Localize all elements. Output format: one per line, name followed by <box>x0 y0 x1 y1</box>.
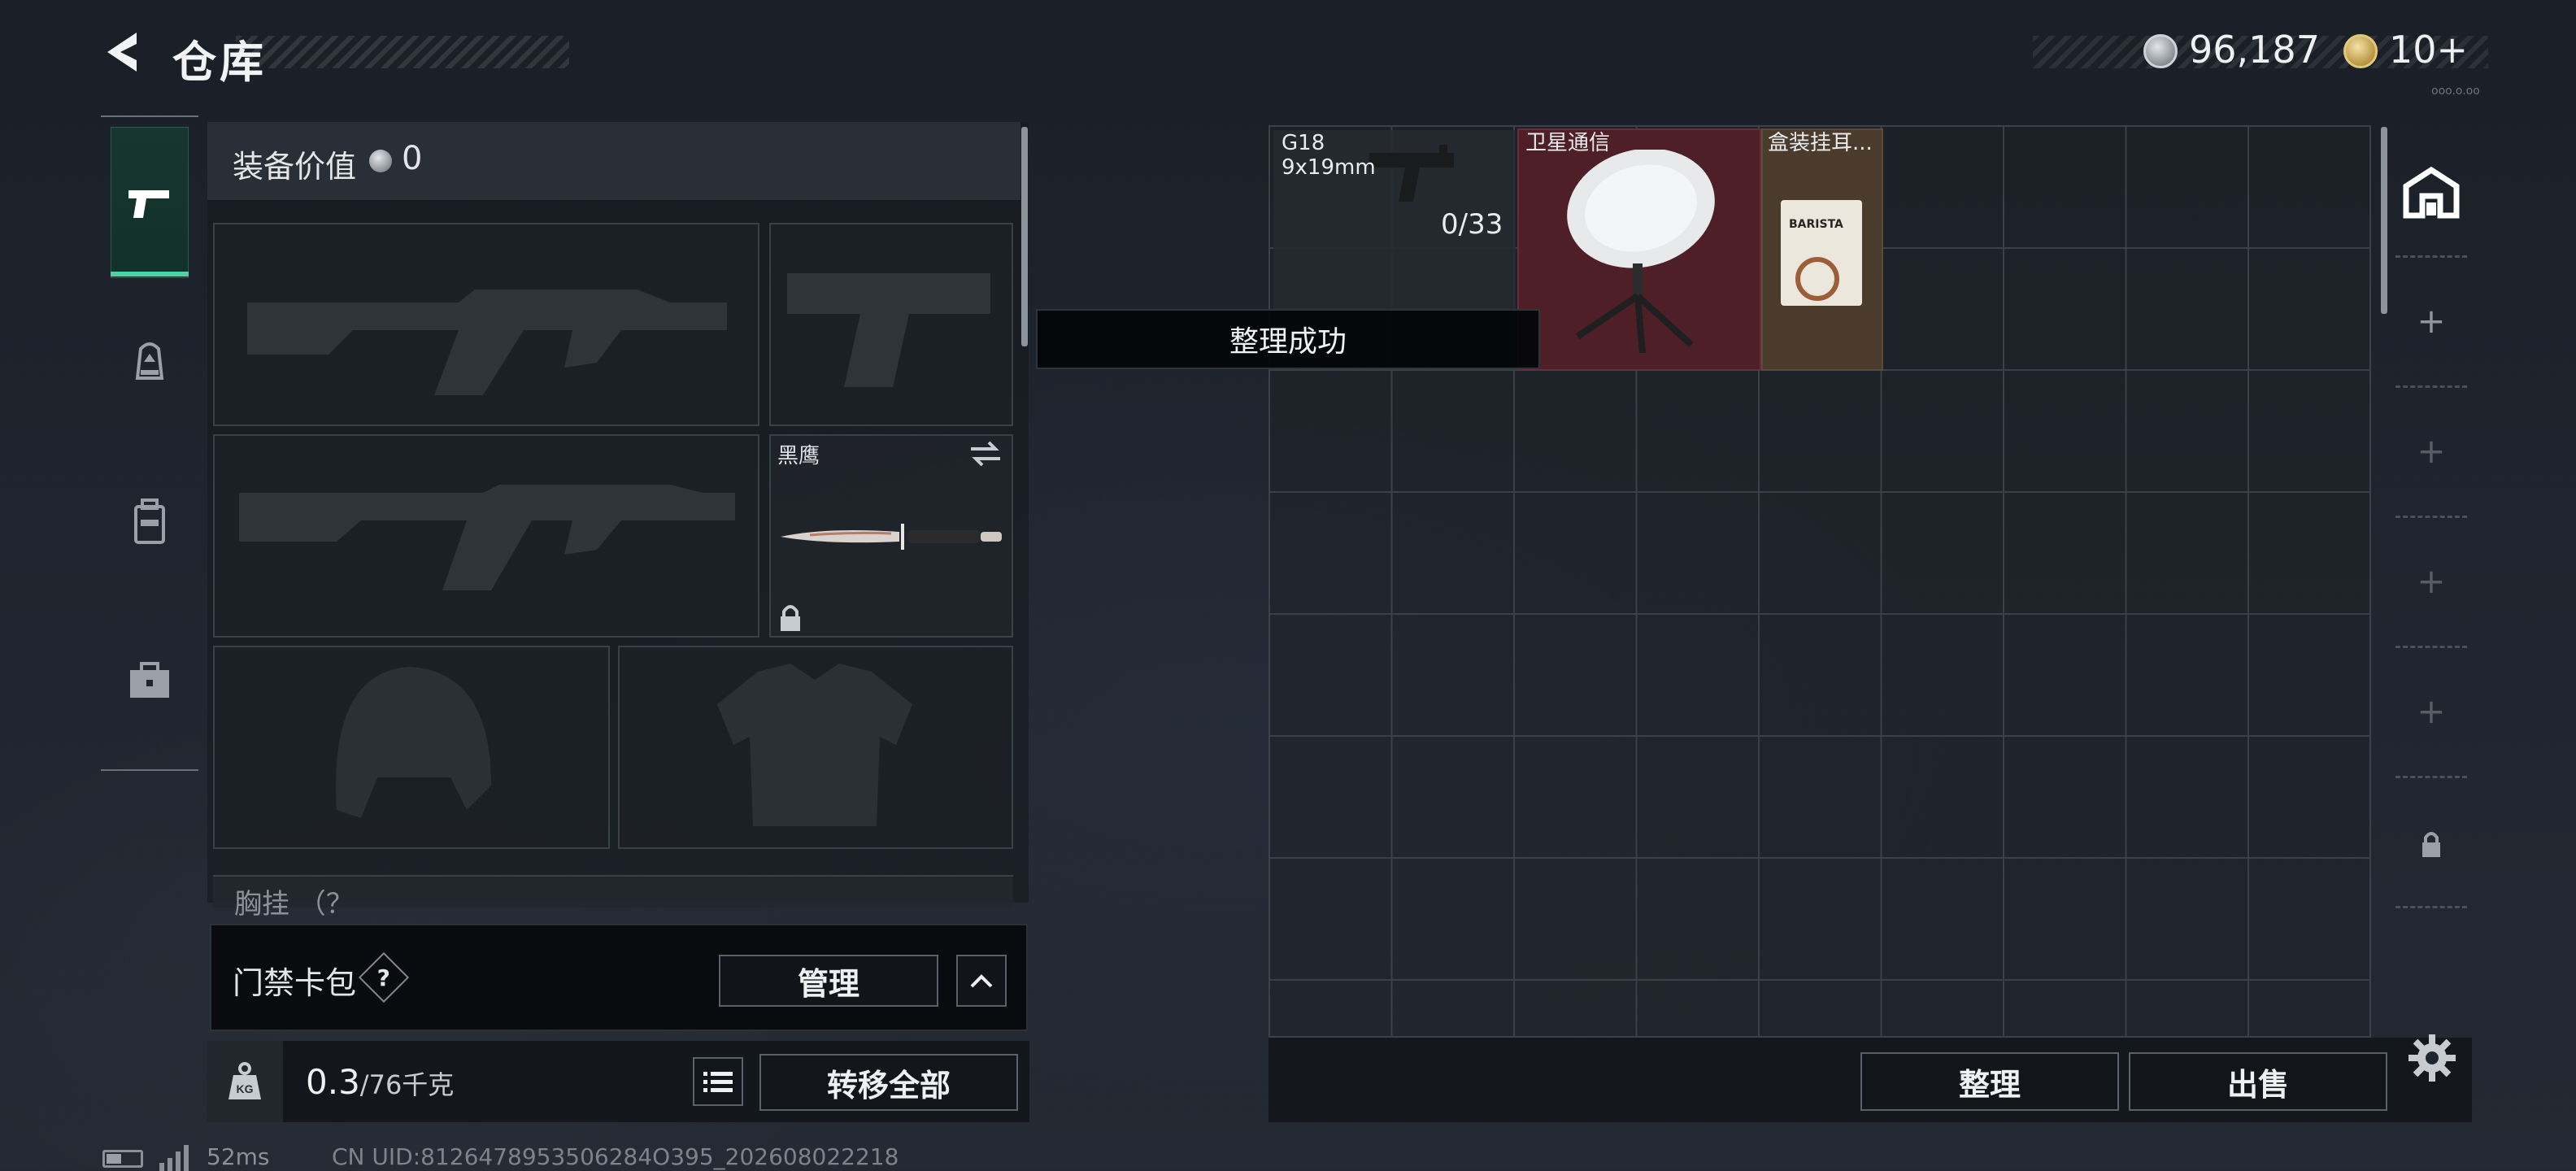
chest-rig-label: 胸挂 （？ <box>234 888 354 921</box>
equipment-value-label: 装备价值 <box>233 149 357 185</box>
equipment-value: 0 <box>402 140 423 177</box>
helmet-bag-icon <box>135 342 164 380</box>
weight-capacity: /76千克 <box>359 1069 455 1100</box>
rail-divider <box>2395 516 2467 518</box>
expand-button[interactable] <box>956 955 1007 1007</box>
list-icon <box>703 1072 733 1092</box>
tab-weapons[interactable] <box>111 127 189 278</box>
value-coin-icon <box>369 150 392 172</box>
loadout-scrollbar[interactable] <box>1021 127 1028 346</box>
tab-active-indicator <box>111 272 189 276</box>
chevron-up-icon <box>970 974 993 988</box>
ping-readout: 52ms <box>207 1143 270 1170</box>
page-title: 仓库 <box>172 37 267 88</box>
rail-divider <box>2395 255 2467 258</box>
sell-button[interactable]: 出售 <box>2129 1052 2387 1111</box>
rail-divider <box>2395 646 2467 648</box>
gold-currency-amount[interactable]: 10+ <box>2389 28 2468 72</box>
coffee-box-image: BARISTA <box>1781 200 1862 306</box>
box-ring-mark <box>1795 257 1839 301</box>
helmet-silhouette-icon <box>336 667 491 818</box>
add-warehouse-tab-button[interactable]: + <box>2408 298 2454 343</box>
title-decoration <box>236 36 569 68</box>
weight-current: 0.3 <box>306 1062 360 1102</box>
box-brand-mark: BARISTA <box>1789 218 1843 231</box>
add-warehouse-tab-button[interactable]: + <box>2408 688 2454 734</box>
g18-pistol-image <box>1366 140 1464 208</box>
access-card-label: 门禁卡包 <box>233 965 357 1001</box>
manage-button[interactable]: 管理 <box>719 955 938 1007</box>
user-id: CN UID:8126478953506284O395_202608022218 <box>332 1143 899 1170</box>
locked-tab-lock-icon <box>2418 828 2444 860</box>
pistol-icon <box>128 190 169 218</box>
gear-icon <box>2408 1034 2456 1082</box>
pistol-slot[interactable] <box>769 223 1013 426</box>
item-ammo-count: 0/33 <box>1441 208 1503 241</box>
transfer-all-button[interactable]: 转移全部 <box>759 1054 1018 1111</box>
add-warehouse-tab-button[interactable]: + <box>2408 558 2454 603</box>
sort-button[interactable]: 整理 <box>1860 1052 2119 1111</box>
add-warehouse-tab-button[interactable]: + <box>2408 428 2454 473</box>
rifle-silhouette-icon <box>247 289 727 395</box>
list-view-button[interactable] <box>693 1057 743 1106</box>
back-arrow-icon <box>107 33 137 72</box>
item-name: 盒装挂耳... <box>1768 132 1873 155</box>
rifle-silhouette-icon <box>239 485 735 590</box>
small-version-text: ooo.o.oo <box>2431 85 2480 98</box>
tab-backpack[interactable] <box>111 446 189 597</box>
secondary-weapon-slot[interactable] <box>213 434 759 638</box>
silver-currency-amount: 96,187 <box>2189 28 2320 72</box>
primary-weapon-slot[interactable] <box>213 223 759 426</box>
help-icon-glyph: ? <box>376 964 391 991</box>
tab-toolkit[interactable] <box>111 605 189 756</box>
item-name: G18 <box>1281 131 1325 155</box>
rail-divider <box>2395 385 2467 388</box>
svg-text:KG: KG <box>237 1082 254 1095</box>
silver-coin-icon <box>2143 34 2178 68</box>
warehouse-icon <box>2403 167 2460 219</box>
weight-readout: 0.3/76千克 <box>306 1062 454 1102</box>
warehouse-scrollbar[interactable] <box>2381 127 2387 314</box>
knife-image <box>777 520 1005 556</box>
rail-divider <box>2395 776 2467 778</box>
lock-icon <box>777 602 803 634</box>
backpack-icon <box>134 498 165 544</box>
satellite-dish-image <box>1545 148 1732 356</box>
weight-icon: KG <box>207 1041 283 1122</box>
rail-divider <box>2395 906 2467 908</box>
tab-gear[interactable] <box>111 286 189 437</box>
settings-button[interactable] <box>2407 1033 2457 1083</box>
melee-item-name: 黑鹰 <box>777 444 820 468</box>
warehouse-tab-main[interactable] <box>2395 132 2467 254</box>
pistol-silhouette-icon <box>787 273 990 387</box>
helmet-slot[interactable] <box>213 646 610 849</box>
tabs-divider-top <box>101 115 198 117</box>
gold-coin-icon <box>2343 34 2378 68</box>
back-button[interactable] <box>98 28 154 76</box>
tabs-divider-bottom <box>101 769 198 771</box>
armor-silhouette-icon <box>717 664 912 826</box>
toast-message: 整理成功 <box>1036 309 1540 369</box>
signal-icon <box>159 1145 195 1171</box>
item-caliber: 9x19mm <box>1281 155 1376 180</box>
armor-slot[interactable] <box>618 646 1013 849</box>
swap-icon[interactable] <box>968 439 1003 468</box>
battery-level <box>107 1154 121 1164</box>
briefcase-icon <box>130 662 169 698</box>
